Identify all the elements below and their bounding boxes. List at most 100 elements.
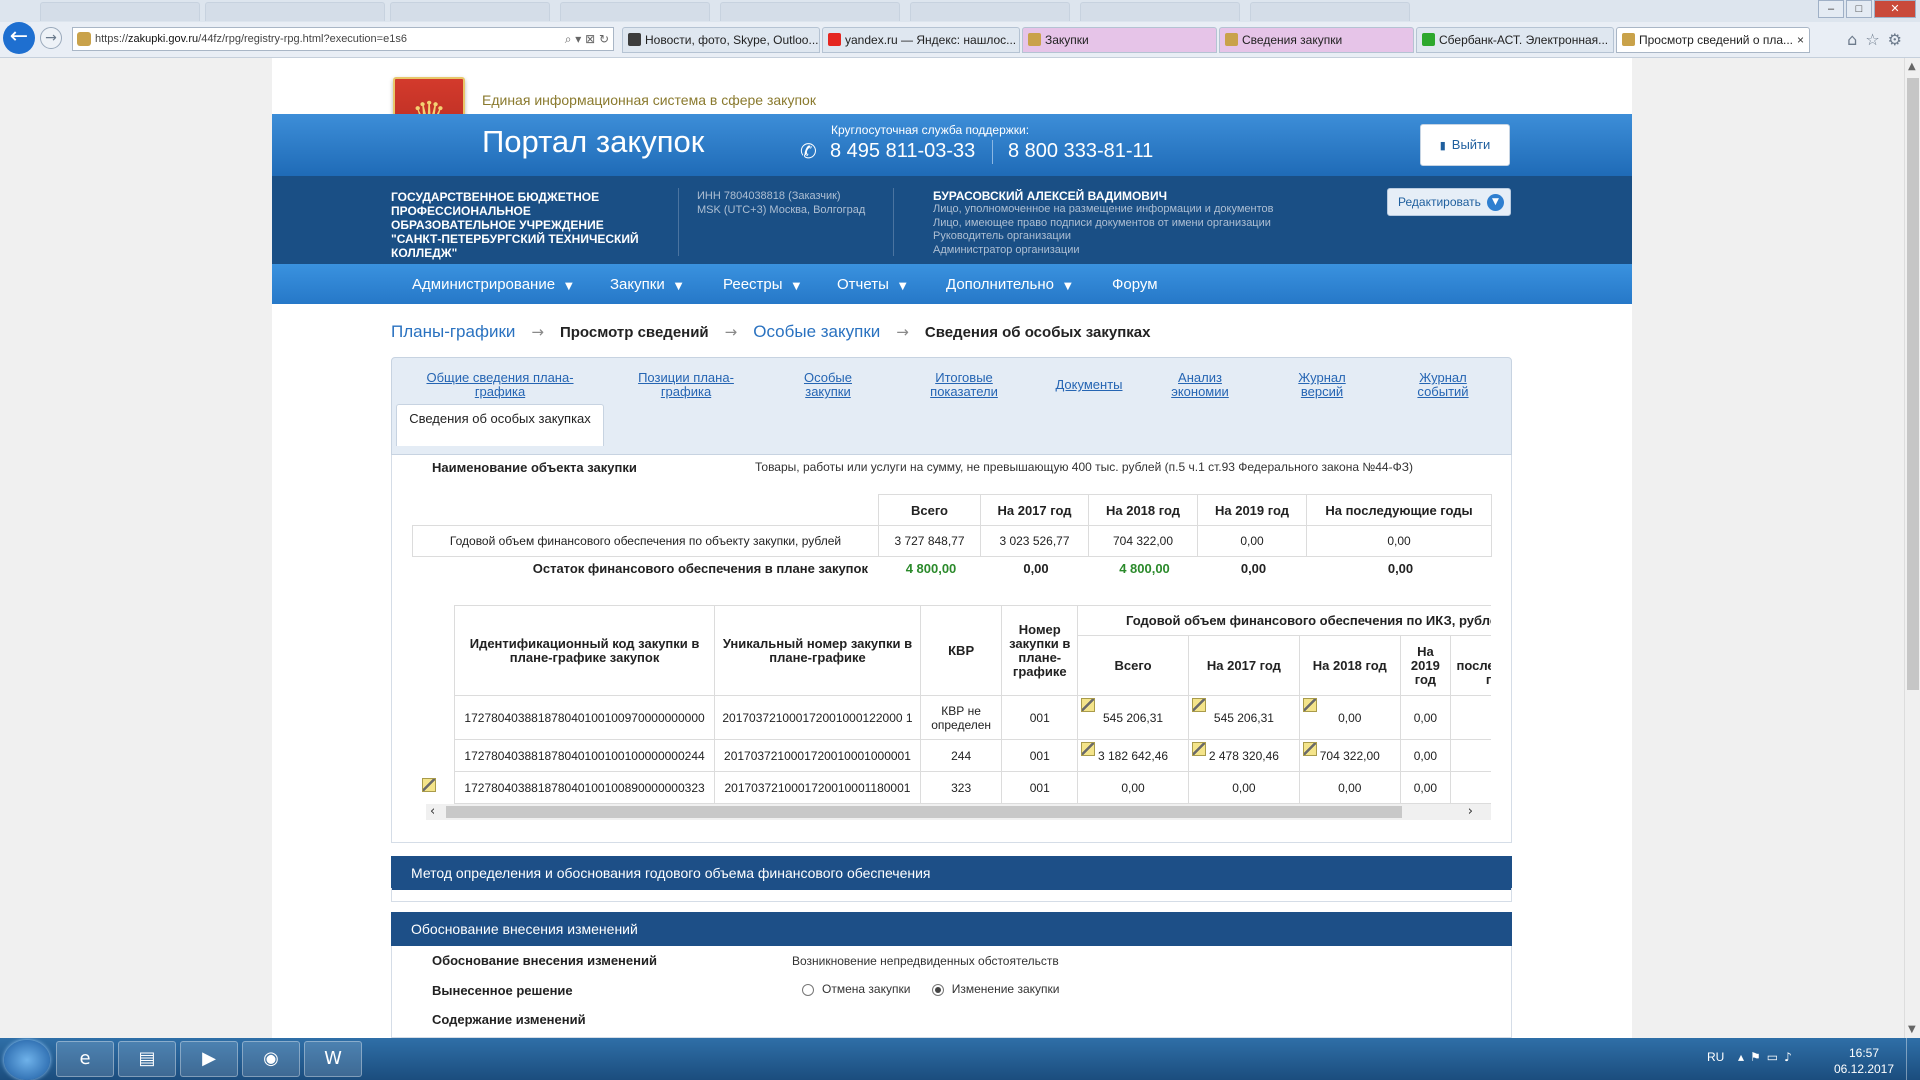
language-indicator[interactable]: RU xyxy=(1707,1050,1724,1064)
start-button[interactable] xyxy=(4,1040,50,1080)
column-header: Всего xyxy=(878,494,981,526)
tab-special-purchase-info-active[interactable]: Сведения об особых закупках xyxy=(396,404,604,446)
tab-savings-analysis[interactable]: Анализ экономии xyxy=(1166,371,1234,399)
edit-pencil-icon[interactable] xyxy=(1302,742,1317,756)
horizontal-scrollbar[interactable]: ‹ › xyxy=(426,804,1491,820)
edit-profile-button[interactable]: Редактировать ▼ xyxy=(1387,188,1511,216)
scrollbar-thumb[interactable] xyxy=(1907,78,1919,690)
browser-tab[interactable]: Сбербанк-АСТ. Электронная... xyxy=(1416,27,1614,53)
radio-cancel-control[interactable] xyxy=(802,983,814,996)
column-header-number: Номер закупки в плане-графике xyxy=(1001,605,1079,696)
browser-tab[interactable]: Закупки xyxy=(1022,27,1217,53)
tab-schedule-positions[interactable]: Позиции плана-графика xyxy=(620,371,752,399)
column-header-2019: На 2019 год xyxy=(1399,635,1452,696)
tab-documents[interactable]: Документы xyxy=(1052,378,1126,392)
close-window-button[interactable]: ✕ xyxy=(1874,0,1916,18)
background-tab[interactable] xyxy=(40,2,200,21)
column-header-next: На последующие годы xyxy=(1450,635,1491,696)
breadcrumb-schedules[interactable]: Планы-графики xyxy=(391,322,515,341)
address-bar[interactable]: https://zakupki.gov.ru/44fz/rpg/registry… xyxy=(72,27,614,51)
taskbar-chrome-icon[interactable]: ◉ xyxy=(242,1041,300,1077)
radio-change[interactable]: Изменение закупки xyxy=(931,982,1059,996)
tab-close-icon[interactable]: × xyxy=(1797,28,1804,52)
show-desktop-button[interactable] xyxy=(1906,1038,1920,1080)
tab-totals[interactable]: Итоговые показатели xyxy=(922,371,1006,399)
nav-item-reports[interactable]: Отчеты ▼ xyxy=(837,276,907,293)
nav-item-additional[interactable]: Дополнительно ▼ xyxy=(946,276,1072,293)
logout-button[interactable]: ▮ Выйти xyxy=(1420,124,1510,166)
nav-item-forum[interactable]: Форум xyxy=(1112,276,1158,293)
breadcrumb-special-purchases[interactable]: Особые закупки xyxy=(753,322,880,341)
back-button[interactable]: ← xyxy=(3,22,35,54)
forward-button[interactable]: → xyxy=(40,27,62,49)
user-role: Администратор организации xyxy=(933,243,1080,256)
address-bar-icons[interactable]: ⌕ ▾ ⊠ ↻ xyxy=(565,28,609,50)
scroll-up-icon[interactable]: ▲ xyxy=(1908,61,1916,72)
scrollbar-thumb[interactable] xyxy=(446,806,1402,818)
kvr-cell: 244 xyxy=(919,739,1003,772)
phone-icon: ✆ xyxy=(800,139,817,163)
edit-pencil-icon[interactable] xyxy=(1191,742,1206,756)
section-changes-header[interactable]: Обоснование внесения изменений xyxy=(391,912,1512,946)
tab-general-info[interactable]: Общие сведения плана-графика xyxy=(420,371,580,399)
background-tab[interactable] xyxy=(1250,2,1410,21)
clock[interactable]: 16:57 06.12.2017 xyxy=(1832,1045,1896,1077)
taskbar-ie-icon[interactable]: e xyxy=(56,1041,114,1077)
taskbar-explorer-icon[interactable]: ▤ xyxy=(118,1041,176,1077)
radio-change-control[interactable] xyxy=(931,983,944,996)
scroll-down-icon[interactable]: ▼ xyxy=(1908,1024,1916,1035)
maximize-button[interactable]: □ xyxy=(1846,0,1872,18)
edit-pencil-icon[interactable] xyxy=(1081,698,1096,712)
number-cell: 001 xyxy=(1001,771,1079,804)
tab-event-log[interactable]: Журнал событий xyxy=(1410,371,1476,399)
nav-item-administration[interactable]: Администрирование ▼ xyxy=(412,276,573,293)
browser-tab[interactable]: Сведения закупки xyxy=(1219,27,1414,53)
ikz-table-viewport: Идентификационный код закупки в плане-гр… xyxy=(454,605,1491,805)
table-cell: 3 023 526,77 xyxy=(980,525,1089,557)
table-cell: 0,00 xyxy=(1197,525,1307,557)
minimize-button[interactable]: – xyxy=(1818,0,1844,18)
cell-value: 0,00 xyxy=(1338,710,1362,725)
taskbar-media-player-icon[interactable]: ▶ xyxy=(180,1041,238,1077)
breadcrumb-current: Сведения об особых закупках xyxy=(924,324,1151,341)
caret-down-icon: ▼ xyxy=(1063,281,1072,292)
support-phone-2: 8 800 333-81-11 xyxy=(1008,140,1154,162)
vertical-scrollbar[interactable]: ▲ ▼ xyxy=(1904,58,1920,1038)
number-cell: 001 xyxy=(1001,739,1079,772)
scroll-left-icon[interactable]: ‹ xyxy=(430,804,435,819)
edit-pencil-icon[interactable] xyxy=(1191,698,1206,712)
background-tab[interactable] xyxy=(560,2,710,21)
nav-item-registries[interactable]: Реестры ▼ xyxy=(723,276,800,293)
background-tab[interactable] xyxy=(390,2,550,21)
radio-cancel[interactable]: Отмена закупки xyxy=(802,982,910,996)
section-method-header[interactable]: Метод определения и обоснования годового… xyxy=(391,856,1512,890)
background-tab[interactable] xyxy=(205,2,385,21)
column-header-unique-number: Уникальный номер закупки в плане-графике xyxy=(714,605,921,696)
table-header-row: Всего На 2017 год На 2018 год На 2019 го… xyxy=(412,494,1492,526)
background-tab[interactable] xyxy=(910,2,1070,21)
tab-label: Закупки xyxy=(1045,33,1089,47)
browser-tab[interactable]: yandex.ru — Яндекс: нашлос... xyxy=(822,27,1020,53)
tab-version-log[interactable]: Журнал версий xyxy=(1290,371,1354,399)
tab-special-purchases[interactable]: Особые закупки xyxy=(798,371,858,399)
nav-item-purchases[interactable]: Закупки ▼ xyxy=(610,276,682,293)
y2019-cell: 0,00 xyxy=(1399,771,1452,804)
background-tab[interactable] xyxy=(1080,2,1240,21)
browser-tab-active[interactable]: Просмотр сведений о пла... × xyxy=(1616,27,1810,53)
taskbar-word-icon[interactable]: W xyxy=(304,1041,362,1077)
remaining-2017: 0,00 xyxy=(1023,561,1049,576)
table-header-row: Идентификационный код закупки в плане-гр… xyxy=(454,605,1491,696)
edit-pencil-icon[interactable] xyxy=(422,778,436,792)
radio-cancel-label: Отмена закупки xyxy=(822,982,911,996)
edit-pencil-icon[interactable] xyxy=(1302,698,1317,712)
table-row: 172780403881878040100100890000000323 201… xyxy=(454,771,1491,804)
portal-title[interactable]: Портал закупок xyxy=(482,124,704,160)
remaining-total: 4 800,00 xyxy=(905,561,957,576)
browser-tab[interactable]: Новости, фото, Skype, Outloo... xyxy=(622,27,820,53)
browser-toolbar-icons[interactable]: ⌂☆⚙ xyxy=(1847,30,1910,49)
tray-icons[interactable]: ▴⚑▭♪ xyxy=(1738,1050,1798,1064)
edit-pencil-icon[interactable] xyxy=(1081,742,1096,756)
scroll-right-icon[interactable]: › xyxy=(1468,804,1473,819)
table-cell: 3 727 848,77 xyxy=(878,525,981,557)
background-tab[interactable] xyxy=(720,2,900,21)
